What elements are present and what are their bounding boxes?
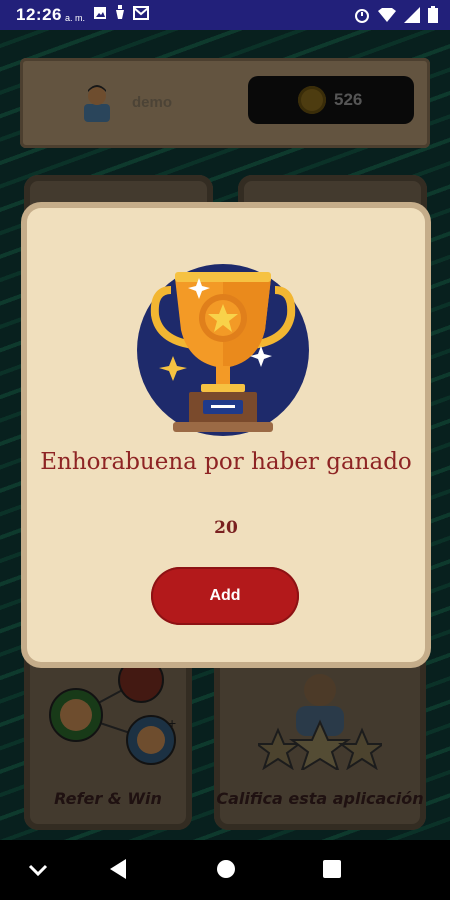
battery-icon [428, 6, 438, 28]
lamp-icon [115, 4, 125, 26]
image-icon [93, 6, 107, 25]
win-dialog: Enhorabuena por haber ganado 20 Add [27, 208, 425, 662]
alarm-icon [354, 7, 370, 28]
navigation-bar [0, 840, 450, 900]
trophy-icon [137, 264, 309, 436]
home-icon[interactable] [215, 858, 237, 885]
back-icon[interactable] [108, 858, 128, 885]
dialog-title: Enhorabuena por haber ganado [40, 449, 412, 475]
mail-icon [133, 5, 149, 25]
chevron-down-icon[interactable] [28, 864, 48, 883]
reward-amount: 20 [214, 518, 238, 538]
status-time: 12:26 [16, 5, 62, 24]
status-ampm: a. m. [64, 13, 85, 23]
wifi-icon [378, 7, 396, 28]
add-button[interactable]: Add [151, 567, 299, 625]
status-bar: 12:26 a. m. [0, 0, 450, 30]
signal-icon [404, 6, 420, 28]
recents-icon[interactable] [322, 858, 342, 885]
